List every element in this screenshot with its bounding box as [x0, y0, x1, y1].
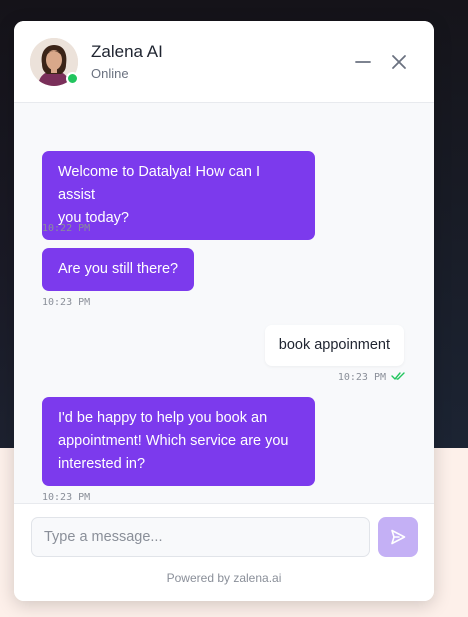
message-text-line: Welcome to Datalya! How can I assist [58, 164, 261, 203]
minimize-icon [355, 60, 371, 63]
close-button[interactable] [384, 47, 414, 77]
close-icon [392, 54, 406, 69]
agent-info: Zalena AI Online [91, 41, 342, 83]
minimize-button[interactable] [348, 47, 378, 77]
agent-avatar-wrap [30, 37, 79, 86]
message-text-line: interested in? [58, 456, 146, 472]
message-text-line: Are you still there? [58, 261, 179, 277]
message-timestamp: 10:23 PM [42, 492, 91, 503]
bot-message: I'd be happy to help you book an appoint… [42, 397, 315, 486]
online-status-dot [66, 71, 79, 85]
user-message: book appoinment [264, 325, 404, 366]
agent-name: Zalena AI [91, 41, 163, 61]
send-icon [391, 529, 406, 544]
chat-widget: Zalena AI Online Welcome to Datalya! How… [14, 21, 434, 601]
message-text-line: you today? [58, 210, 129, 226]
message-list[interactable]: Welcome to Datalya! How can I assist you… [14, 103, 434, 503]
agent-status: Online [91, 65, 129, 81]
message-timestamp: 10:23 PM [42, 297, 91, 308]
chat-header: Zalena AI Online [14, 21, 434, 103]
message-timestamp: 10:23 PM [337, 372, 386, 383]
message-text-line: book appoinment [278, 337, 390, 353]
double-check-icon [391, 372, 405, 380]
powered-by-footer: Powered by zalena.ai [14, 569, 434, 601]
message-composer [14, 503, 434, 569]
page-background-edge [430, 0, 468, 448]
send-button[interactable] [378, 516, 418, 557]
message-text-line: I'd be happy to help you book an [58, 410, 268, 426]
message-input[interactable] [31, 516, 370, 557]
bot-message: Are you still there? [42, 248, 195, 291]
message-timestamp: 10:22 PM [42, 223, 91, 234]
message-text-line: appointment! Which service are you [58, 433, 289, 449]
